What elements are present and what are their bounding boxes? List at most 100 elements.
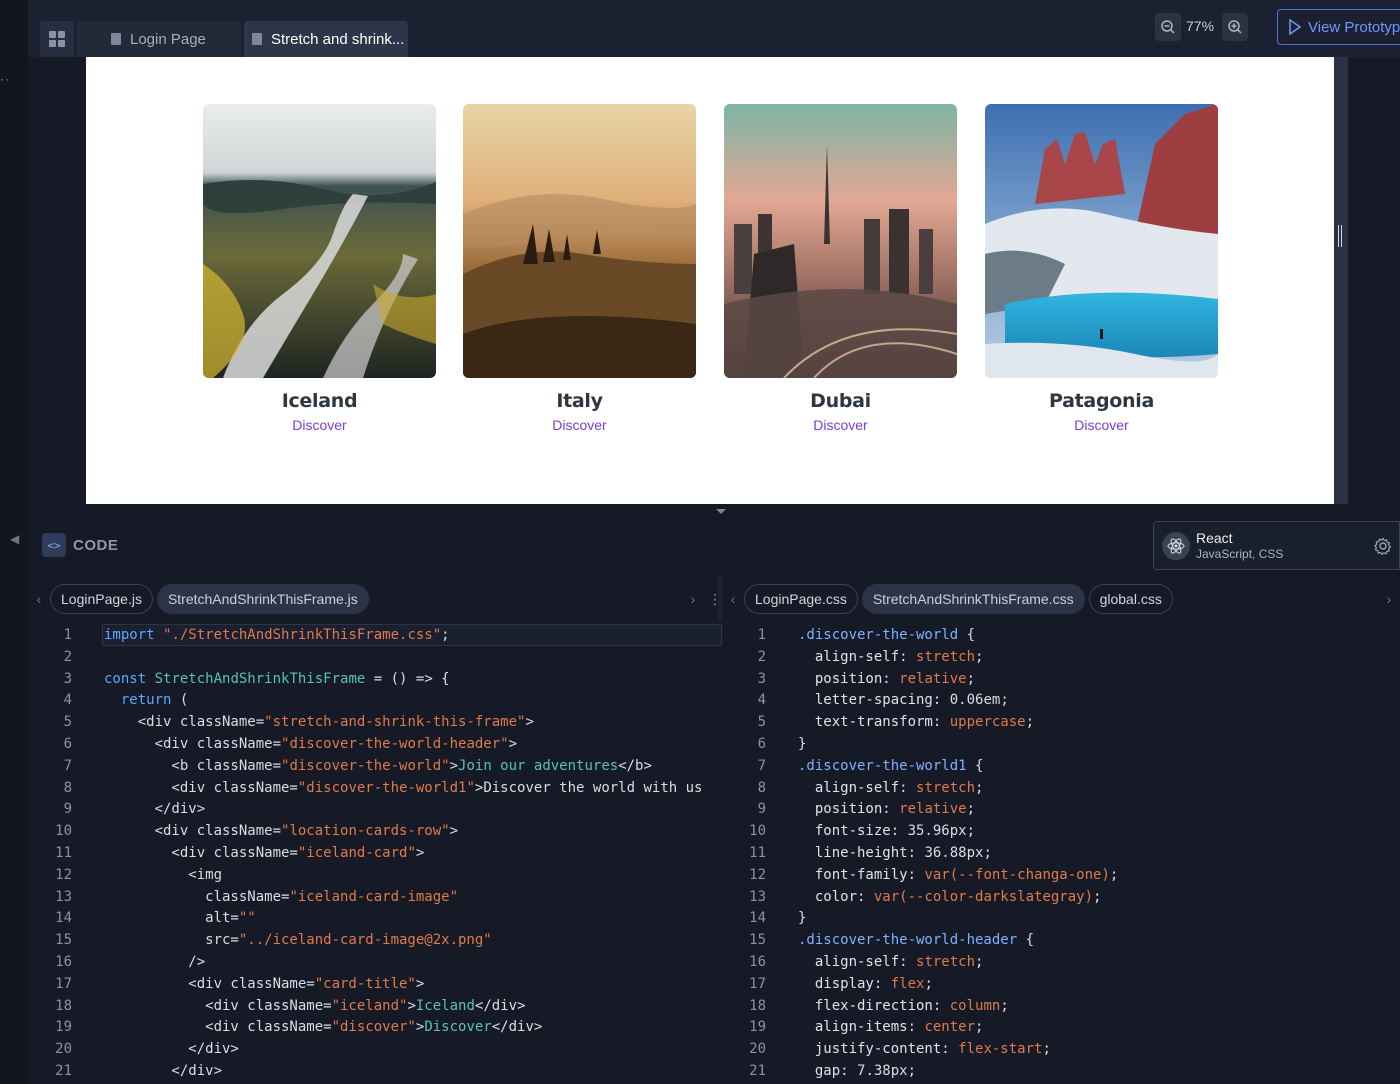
code-line[interactable]: .discover-the-world { (798, 624, 975, 646)
tab-stretch-and-shrink[interactable]: Stretch and shrink... (244, 21, 408, 57)
code-line[interactable]: <div className="card-title"> (104, 973, 424, 995)
code-line[interactable]: position: relative; (798, 798, 975, 820)
iceland-card[interactable]: Iceland Discover (203, 104, 436, 433)
code-line[interactable]: line-height: 36.88px; (798, 842, 992, 864)
patagonia-card-image (985, 104, 1218, 378)
code-line[interactable]: display: flex; (798, 973, 933, 995)
code-line[interactable]: src="../iceland-card-image@2x.png" (104, 929, 492, 951)
code-line[interactable]: className="iceland-card-image" (104, 886, 458, 908)
code-line[interactable]: <div className="discover-the-world1">Dis… (104, 777, 702, 799)
code-line[interactable]: /> (104, 951, 205, 973)
line-number: 15 (749, 932, 766, 949)
framework-selector[interactable]: React JavaScript, CSS (1153, 521, 1368, 570)
iceland-card-image (203, 104, 436, 378)
pages-grid-button[interactable] (40, 21, 74, 57)
code-line[interactable]: color: var(--color-darkslategray); (798, 886, 1102, 908)
tab-stretchandshrink-css[interactable]: StretchAndShrinkThisFrame.css (861, 584, 1085, 614)
line-number: 11 (55, 845, 72, 861)
settings-button[interactable] (1367, 521, 1400, 570)
panel-splitter-icon[interactable] (716, 509, 726, 514)
code-icon: <> (42, 533, 66, 557)
view-prototype-button[interactable]: View Prototype (1277, 9, 1400, 45)
code-line[interactable]: <div className="stretch-and-shrink-this-… (104, 711, 534, 733)
code-line[interactable]: flex-direction: column; (798, 995, 1009, 1017)
line-number: 20 (749, 1041, 766, 1058)
tab-loginpage-js[interactable]: LoginPage.js (50, 584, 153, 614)
discover-link[interactable]: Discover (985, 417, 1218, 433)
code-line[interactable]: </div> (104, 1060, 222, 1082)
line-number: 21 (55, 1063, 72, 1079)
code-line[interactable]: .discover-the-world-header { (798, 929, 1034, 951)
tab-loginpage-css[interactable]: LoginPage.css (744, 584, 858, 614)
more-icon[interactable]: ·· (0, 72, 10, 86)
code-line[interactable]: <div className="discover">Discover</div> (104, 1016, 542, 1038)
code-line[interactable]: <div className="discover-the-world-heade… (104, 733, 517, 755)
dubai-card-image (724, 104, 957, 378)
line-number: 1 (63, 627, 72, 643)
code-line[interactable]: gap: 7.38px; (798, 1060, 916, 1082)
code-line[interactable]: } (798, 907, 806, 929)
code-line[interactable]: const StretchAndShrinkThisFrame = () => … (104, 668, 450, 690)
italy-card[interactable]: Italy Discover (463, 104, 696, 433)
collapse-left-icon[interactable]: ◀ (10, 532, 19, 546)
code-line[interactable]: <div className="iceland">Iceland</div> (104, 995, 525, 1017)
code-line[interactable]: } (798, 733, 806, 755)
line-number: 7 (63, 757, 72, 774)
tab-login-page[interactable]: Login Page (77, 21, 241, 57)
code-line[interactable]: align-self: stretch; (798, 777, 984, 799)
line-number: 9 (63, 801, 72, 818)
js-file-tabs: ‹ LoginPage.js StretchAndShrinkThisFrame… (28, 577, 722, 621)
framework-title: React (1196, 530, 1233, 546)
zoom-in-icon (1228, 20, 1242, 34)
code-line[interactable]: font-size: 35.96px; (798, 820, 975, 842)
code-line[interactable]: position: relative; (798, 668, 975, 690)
chevron-right-icon[interactable]: › (1378, 591, 1400, 607)
discover-link[interactable]: Discover (724, 417, 957, 433)
code-line[interactable]: align-self: stretch; (798, 951, 984, 973)
tab-label: Login Page (130, 30, 206, 48)
code-line[interactable]: letter-spacing: 0.06em; (798, 689, 1009, 711)
chevron-left-icon[interactable]: ‹ (722, 591, 744, 607)
code-line[interactable]: text-transform: uppercase; (798, 711, 1034, 733)
code-line[interactable]: align-self: stretch; (798, 646, 984, 668)
line-number: 3 (63, 670, 72, 687)
code-line[interactable]: font-family: var(--font-changa-one); (798, 864, 1118, 886)
zoom-in-button[interactable] (1222, 13, 1248, 41)
patagonia-card[interactable]: Patagonia Discover (985, 104, 1218, 433)
code-line[interactable]: .discover-the-world1 { (798, 755, 983, 777)
code-line[interactable]: alt="" (104, 907, 256, 929)
chevron-right-icon[interactable]: › (682, 591, 704, 607)
tab-global-css[interactable]: global.css (1088, 584, 1173, 614)
code-line[interactable]: align-items: center; (798, 1016, 984, 1038)
code-line[interactable]: </div> (104, 1038, 239, 1060)
code-line[interactable]: <div className="location-cards-row"> (104, 820, 458, 842)
zoom-out-button[interactable] (1155, 13, 1181, 41)
line-number: 15 (55, 932, 72, 949)
dubai-card[interactable]: Dubai Discover (724, 104, 957, 433)
line-number: 7 (757, 757, 766, 774)
line-number: 12 (749, 866, 766, 883)
code-line[interactable]: <div className="iceland-card"> (104, 842, 424, 864)
code-line[interactable]: return ( (104, 689, 188, 711)
discover-link[interactable]: Discover (463, 417, 696, 433)
line-number: 1 (757, 627, 766, 643)
line-number: 6 (757, 736, 766, 752)
discover-link[interactable]: Discover (203, 417, 436, 433)
js-code-editor[interactable]: 1 import "./StretchAndShrinkThisFrame.css… (28, 621, 722, 1084)
code-line[interactable]: <b className="discover-the-world">Join o… (104, 755, 651, 777)
resize-handle[interactable] (1338, 225, 1342, 247)
code-line[interactable]: </div> (104, 798, 206, 820)
code-line[interactable]: justify-content: flex-start; (798, 1038, 1051, 1060)
line-number: 5 (757, 714, 766, 731)
card-title: Iceland (281, 390, 358, 412)
code-line[interactable]: import "./StretchAndShrinkThisFrame.css"… (104, 624, 450, 646)
css-code-editor[interactable]: 1 .discover-the-world {2 align-self: stre… (722, 621, 1400, 1084)
tab-stretchandshrink-js[interactable]: StretchAndShrinkThisFrame.js (156, 584, 369, 614)
gear-icon (1374, 536, 1392, 555)
line-number: 14 (55, 910, 72, 927)
italy-card-image (463, 104, 696, 378)
chevron-left-icon[interactable]: ‹ (28, 591, 50, 607)
canvas-resize-gutter (1334, 57, 1348, 504)
view-prototype-label: View Prototype (1308, 18, 1400, 36)
code-line[interactable]: <img (104, 864, 222, 886)
